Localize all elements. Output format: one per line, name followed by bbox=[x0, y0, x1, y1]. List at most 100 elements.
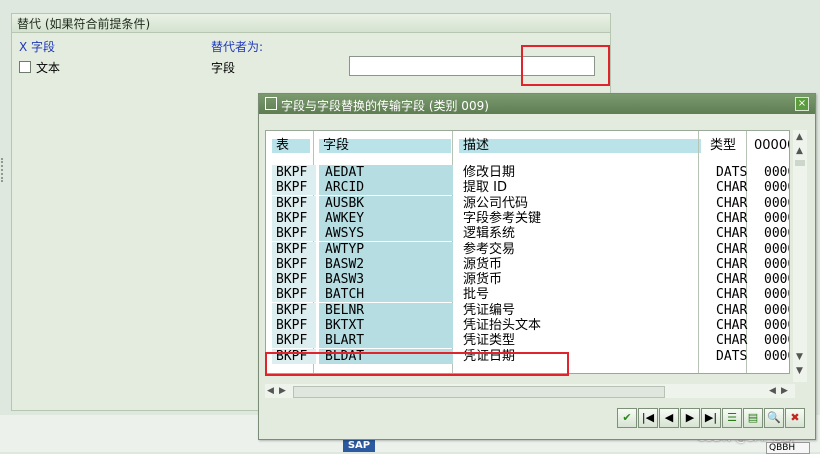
table-cell-description: 批号 bbox=[463, 287, 490, 303]
table-cell-type: CHAR bbox=[716, 210, 748, 226]
table-cell-field: BKTXT bbox=[319, 318, 453, 333]
table-cell-extra: 0000 bbox=[764, 318, 789, 333]
scroll-right-icon[interactable]: ▶ bbox=[781, 386, 788, 396]
table-row[interactable]: BKPFAUSBK 源公司代码 CHAR 0000 bbox=[266, 195, 789, 211]
next-page-button[interactable]: ▶ bbox=[680, 408, 700, 428]
table-cell-field: BATCH bbox=[319, 287, 453, 303]
confirm-button[interactable]: ✔ bbox=[617, 408, 637, 428]
scroll-left2-icon[interactable]: ▶ bbox=[279, 386, 286, 396]
table-cell-description: 源货币 bbox=[463, 256, 503, 272]
table-row[interactable]: BKPFBKTXT 凭证抬头文本 CHAR 0000 bbox=[266, 318, 789, 333]
table-cell-extra: 0000 bbox=[764, 195, 789, 211]
sort-ascending-button[interactable]: ☰ bbox=[722, 408, 742, 428]
table-row[interactable]: BKPFBELNR 凭证编号 CHAR 0000 bbox=[266, 302, 789, 318]
table-row[interactable]: BKPFAWKEY 字段参考关键 CHAR 0000 bbox=[266, 210, 789, 226]
text-checkbox[interactable] bbox=[19, 61, 31, 73]
section-title: 替代 (如果符合前提条件) bbox=[17, 17, 151, 31]
table-cell-extra: 0000 bbox=[764, 180, 789, 196]
table-cell-field: AUSBK bbox=[319, 195, 453, 211]
table-cell-type: CHAR bbox=[716, 302, 748, 318]
header-table[interactable]: 表 bbox=[272, 139, 310, 153]
table-cell-extra: 0000 bbox=[764, 210, 789, 226]
table-row[interactable]: BKPFBASW3 源货币 CHAR 0000 bbox=[266, 272, 789, 288]
table-cell-table: BKPF bbox=[272, 272, 316, 288]
horizontal-scrollbar[interactable]: ◀ ▶ ◀ ▶ bbox=[265, 384, 795, 398]
table-cell-field: BLDAT bbox=[319, 348, 453, 364]
table-row[interactable]: BKPFAEDAT 修改日期 DATS 0000 bbox=[266, 165, 789, 180]
text-checkbox-label: 文本 bbox=[36, 61, 61, 75]
table-cell-table: BKPF bbox=[272, 241, 316, 257]
table-row[interactable]: BKPFBATCH 批号 CHAR 0000 bbox=[266, 287, 789, 303]
table-cell-field: AWSYS bbox=[319, 226, 453, 242]
transfer-fields-dialog: 字段与字段替换的传输字段 (类别 009) × 表 字段 描述 类型 00000… bbox=[258, 93, 816, 440]
scroll-up-icon[interactable]: ▲ bbox=[796, 132, 803, 142]
table-cell-extra: 0000 bbox=[764, 241, 789, 257]
table-cell-table: BKPF bbox=[272, 195, 316, 211]
find-button[interactable]: 🔍 bbox=[764, 408, 784, 428]
table-cell-table: BKPF bbox=[272, 333, 316, 349]
table-cell-extra: 0000 bbox=[764, 256, 789, 272]
table-cell-table: BKPF bbox=[272, 226, 316, 242]
table-cell-type: CHAR bbox=[716, 180, 748, 196]
table-row[interactable]: BKPFARCID 提取 ID CHAR 0000 bbox=[266, 180, 789, 196]
close-button[interactable]: × bbox=[795, 97, 809, 111]
table-cell-type: CHAR bbox=[716, 272, 748, 288]
table-row[interactable]: BKPFBLART 凭证类型 CHAR 0000 bbox=[266, 333, 789, 349]
table-row[interactable]: BKPFBLDAT 凭证日期 DATS 0000 bbox=[266, 348, 789, 364]
table-cell-type: CHAR bbox=[716, 318, 748, 333]
table-cell-description: 凭证日期 bbox=[463, 348, 516, 364]
first-page-button[interactable]: |◀ bbox=[638, 408, 658, 428]
table-cell-type: CHAR bbox=[716, 195, 748, 211]
table-cell-description: 提取 ID bbox=[463, 180, 507, 196]
table-cell-description: 源公司代码 bbox=[463, 195, 529, 211]
scroll-left-icon[interactable]: ◀ bbox=[267, 386, 274, 396]
table-cell-extra: 0000 bbox=[764, 165, 789, 180]
table-cell-type: CHAR bbox=[716, 333, 748, 349]
table-cell-extra: 0000 bbox=[764, 272, 789, 288]
table-cell-type: CHAR bbox=[716, 241, 748, 257]
table-cell-description: 凭证编号 bbox=[463, 302, 516, 318]
previous-page-button[interactable]: ◀ bbox=[659, 408, 679, 428]
table-row[interactable]: BKPFAWTYP 参考交易 CHAR 0000 bbox=[266, 241, 789, 257]
table-cell-extra: 0000 bbox=[764, 333, 789, 349]
table-cell-extra: 0000 bbox=[764, 287, 789, 303]
table-cell-description: 逻辑系统 bbox=[463, 226, 516, 242]
table-cell-table: BKPF bbox=[272, 348, 316, 364]
table-cell-table: BKPF bbox=[272, 180, 316, 196]
splitter-handle[interactable] bbox=[1, 158, 6, 182]
cancel-button[interactable]: ✖ bbox=[785, 408, 805, 428]
table-cell-table: BKPF bbox=[272, 318, 316, 333]
table-cell-description: 参考交易 bbox=[463, 241, 516, 257]
table-cell-type: DATS bbox=[716, 348, 748, 364]
scroll-up2-icon[interactable]: ▲ bbox=[796, 146, 803, 156]
table-cell-description: 凭证抬头文本 bbox=[463, 318, 542, 333]
substitution-section-header: 替代 (如果符合前提条件) bbox=[11, 13, 611, 33]
header-description[interactable]: 描述 bbox=[459, 139, 701, 153]
table-cell-description: 凭证类型 bbox=[463, 333, 516, 349]
table-row[interactable]: BKPFAWSYS 逻辑系统 CHAR 0000 bbox=[266, 226, 789, 242]
field-column-header: X 字段 bbox=[19, 40, 56, 54]
filter-button[interactable]: ▤ bbox=[743, 408, 763, 428]
table-cell-table: BKPF bbox=[272, 210, 316, 226]
table-cell-field: AWTYP bbox=[319, 241, 453, 257]
table-cell-field: BLART bbox=[319, 333, 453, 349]
table-cell-field: AWKEY bbox=[319, 210, 453, 226]
table-cell-field: BASW3 bbox=[319, 272, 453, 288]
replacement-field-input[interactable] bbox=[349, 56, 595, 76]
table-cell-field: BASW2 bbox=[319, 256, 453, 272]
table-cell-field: BELNR bbox=[319, 302, 453, 318]
header-type[interactable]: 类型 bbox=[706, 139, 746, 153]
header-field[interactable]: 字段 bbox=[319, 139, 451, 153]
table-row[interactable]: BKPFBASW2 源货币 CHAR 0000 bbox=[266, 256, 789, 272]
edit-icon bbox=[265, 97, 277, 110]
vertical-scrollbar[interactable]: ▲ ▲ ▼ ▼ bbox=[793, 130, 807, 382]
table-cell-table: BKPF bbox=[272, 256, 316, 272]
scroll-right2-icon[interactable]: ◀ bbox=[769, 386, 776, 396]
scroll-thumb[interactable] bbox=[293, 386, 665, 398]
field-label: 字段 bbox=[211, 61, 236, 75]
last-page-button[interactable]: ▶| bbox=[701, 408, 721, 428]
scroll-down2-icon[interactable]: ▼ bbox=[796, 352, 803, 362]
header-extra[interactable]: 00000 bbox=[750, 139, 789, 153]
dialog-titlebar: 字段与字段替换的传输字段 (类别 009) × bbox=[259, 94, 815, 114]
scroll-down-icon[interactable]: ▼ bbox=[796, 366, 803, 376]
